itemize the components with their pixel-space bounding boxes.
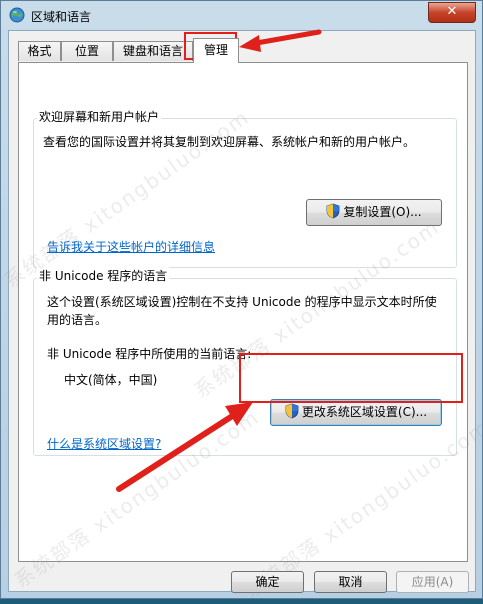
annotation-arrow-icon: [116, 402, 253, 492]
annotation-arrow-icon: [239, 29, 322, 52]
tab-administrative[interactable]: 管理: [193, 38, 239, 63]
region-language-window: 区域和语言 ✕ 格式 位置 键盘和语言 管理 欢迎屏幕和新用户帐户 查看您的国际…: [0, 0, 483, 603]
annotation-arrows: [116, 29, 322, 492]
